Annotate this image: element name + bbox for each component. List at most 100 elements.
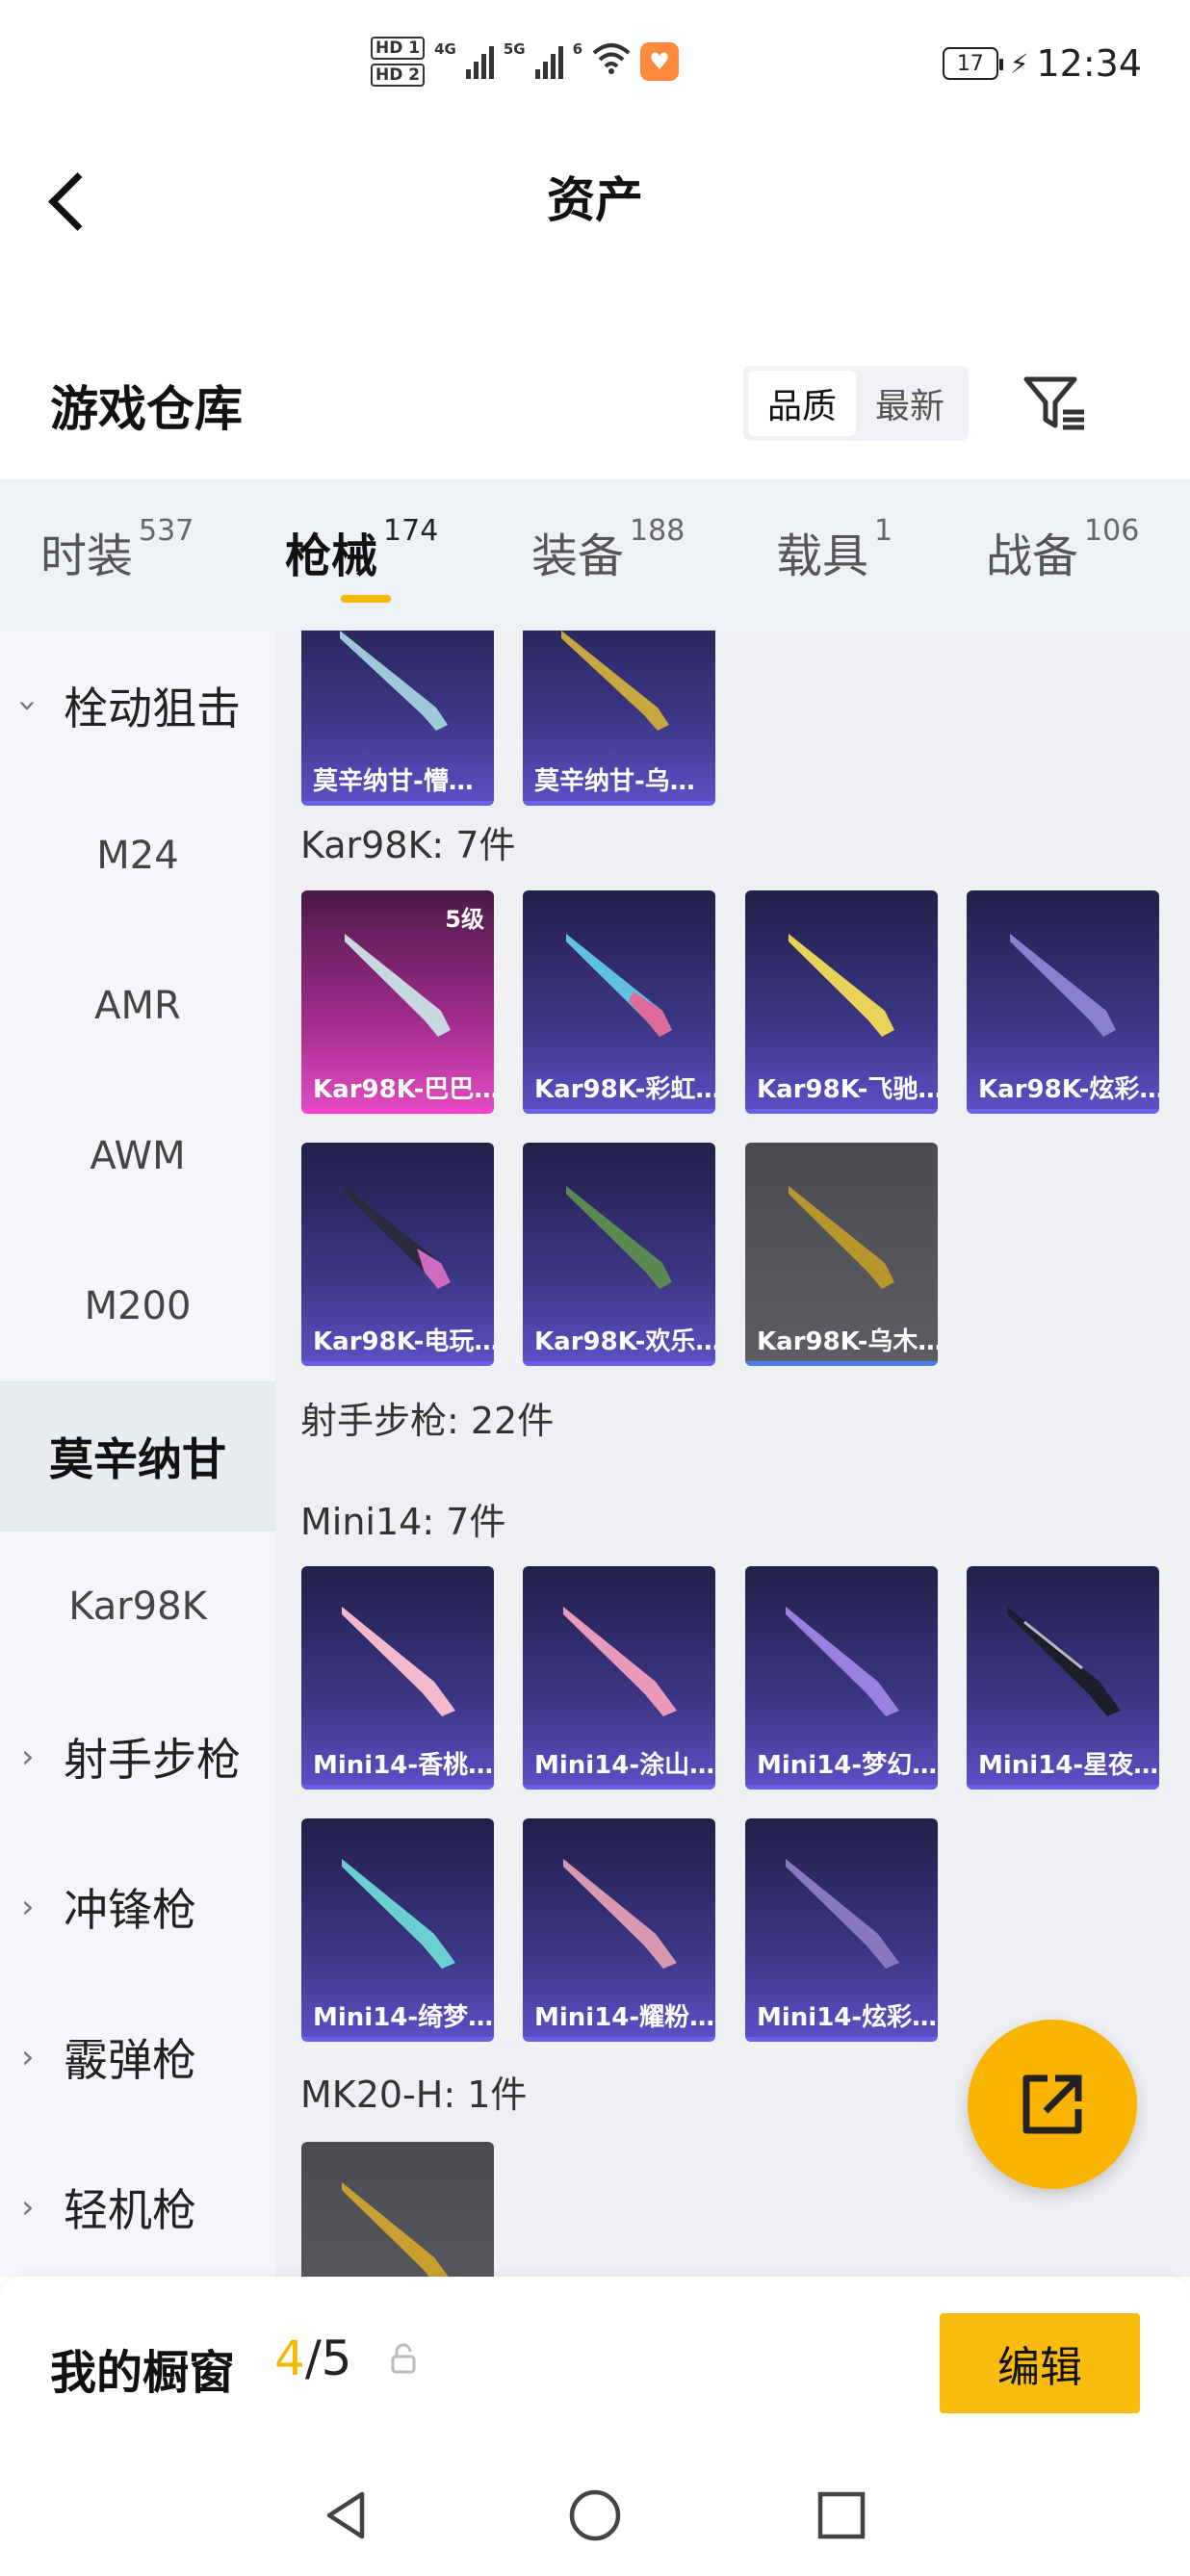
weapon-card[interactable]: Mini14-耀粉…: [523, 1818, 715, 2042]
section-label-mk20h: MK20-H: 1件: [300, 2074, 528, 2116]
sidebar-item-label: Kar98K: [68, 1584, 207, 1629]
charging-bolt-icon: ⚡: [1009, 47, 1029, 80]
chevron-right-icon: ›: [21, 2038, 35, 2076]
tab-vehicles[interactable]: 载具 1: [776, 514, 892, 585]
chevron-right-icon: ›: [21, 1888, 35, 1926]
rifle-icon: [563, 1859, 677, 1969]
warehouse-title: 游戏仓库: [50, 381, 243, 437]
rifle-icon: [342, 2182, 449, 2277]
back-triangle-icon[interactable]: [318, 2486, 375, 2544]
weapon-card-name: Kar98K-炫彩…: [978, 1074, 1159, 1104]
sidebar-group-smg[interactable]: › 冲锋枪: [0, 1832, 275, 1982]
rifle-icon: [340, 631, 448, 731]
weapon-card[interactable]: Mini14-香桃…: [301, 1566, 494, 1790]
chevron-right-icon: ›: [21, 1738, 35, 1776]
weapon-card-name: Mini14-涂山…: [534, 1750, 715, 1780]
showcase-title: 我的橱窗: [50, 2346, 236, 2400]
tab-count: 106: [1084, 514, 1140, 548]
status-bar: HD 1 HD 2 4G 5G 6 ♥ 17 ⚡ 12:34: [0, 0, 1190, 135]
weapon-card-name: Mini14-星夜…: [978, 1750, 1159, 1780]
sidebar-item-label: 莫辛纳甘: [49, 1433, 226, 1485]
warehouse-header: 游戏仓库 品质 最新: [0, 356, 1190, 481]
weapon-card-name: 莫辛纳甘-懵…: [313, 766, 474, 796]
weapon-card[interactable]: Kar98K-炫彩…: [967, 890, 1159, 1114]
sidebar-item-amr[interactable]: AMR: [0, 931, 275, 1081]
tab-label: 装备: [531, 529, 625, 583]
weapon-card[interactable]: 5级 Kar98K-巴巴…: [301, 890, 494, 1114]
weapon-type-sidebar: › 栓动狙击 M24 AMR AWM M200 莫辛纳甘 Kar98K › 射手步枪…: [0, 631, 275, 2277]
edit-button[interactable]: 编辑: [940, 2313, 1140, 2413]
tab-fashion[interactable]: 时装 537: [40, 514, 194, 585]
tab-count: 188: [630, 514, 686, 548]
share-external-icon[interactable]: [968, 2020, 1137, 2189]
weapon-card-name: Kar98K-欢乐…: [534, 1327, 715, 1356]
tab-count: 537: [139, 514, 194, 548]
weapon-card[interactable]: Mini14-绮梦…: [301, 1818, 494, 2042]
signal-bars-icon: [465, 44, 494, 79]
tab-equipment[interactable]: 装备 188: [531, 514, 685, 585]
lock-icon[interactable]: [390, 2342, 417, 2375]
hd-indicators: HD 1 HD 2: [371, 37, 426, 87]
heart-app-icon: ♥: [640, 42, 680, 81]
showcase-count-current: 4: [274, 2331, 305, 2386]
weapon-card-name: Kar98K-彩虹…: [534, 1074, 715, 1104]
rifle-icon: [786, 1859, 899, 1969]
weapon-card[interactable]: [301, 2142, 494, 2277]
active-tab-indicator: [341, 595, 391, 603]
app-header: 资产: [0, 135, 1190, 260]
sidebar-item-kar98k[interactable]: Kar98K: [0, 1532, 275, 1682]
weapon-card-name: Mini14-耀粉…: [534, 2002, 715, 2032]
weapon-card[interactable]: Kar98K-电玩…: [301, 1143, 494, 1366]
weapon-card-name: Mini14-绮梦…: [313, 2002, 494, 2032]
weapon-card-name: Mini14-梦幻…: [757, 1750, 938, 1780]
network-4g-label: 4G: [434, 40, 456, 58]
chevron-right-icon: ›: [21, 2188, 35, 2227]
section-label-marksman: 射手步枪: 22件: [300, 1400, 555, 1442]
section-label-kar98k: Kar98K: 7件: [300, 824, 516, 866]
recents-square-icon[interactable]: [813, 2486, 870, 2544]
sidebar-group-marksman[interactable]: › 射手步枪: [0, 1682, 275, 1832]
home-circle-icon[interactable]: [566, 2486, 624, 2544]
sidebar-item-label: 栓动狙击: [64, 683, 241, 734]
sidebar-item-label: 霰弹枪: [64, 2034, 196, 2086]
weapon-card[interactable]: 莫辛纳甘-懵…: [301, 631, 494, 806]
weapon-card[interactable]: Kar98K-欢乐…: [523, 1143, 715, 1366]
sidebar-item-label: 冲锋枪: [64, 1884, 196, 1936]
sidebar-item-label: AMR: [94, 984, 181, 1028]
sidebar-item-mosin[interactable]: 莫辛纳甘: [0, 1381, 275, 1532]
sidebar-item-awm[interactable]: AWM: [0, 1081, 275, 1231]
rifle-icon: [789, 934, 894, 1037]
weapon-card[interactable]: Mini14-星夜…: [967, 1566, 1159, 1790]
weapon-card[interactable]: Mini14-涂山…: [523, 1566, 715, 1790]
hd1-badge: HD 1: [371, 37, 426, 60]
sidebar-item-m200[interactable]: M200: [0, 1231, 275, 1381]
weapon-card[interactable]: Kar98K-乌木…: [745, 1143, 938, 1366]
weapon-card[interactable]: Mini14-梦幻…: [745, 1566, 938, 1790]
rifle-icon: [789, 1186, 894, 1289]
sidebar-item-label: M200: [84, 1284, 192, 1328]
rifle-icon: [1007, 1607, 1121, 1716]
filter-icon[interactable]: [1021, 370, 1088, 437]
page-title: 资产: [547, 172, 643, 228]
rifle-icon: [561, 631, 669, 731]
tab-supplies[interactable]: 战备 106: [986, 514, 1139, 585]
weapon-card[interactable]: Mini14-炫彩…: [745, 1818, 938, 2042]
weapon-card-name: Mini14-香桃…: [313, 1750, 494, 1780]
weapon-card[interactable]: 莫辛纳甘-乌…: [523, 631, 715, 806]
sort-quality-button[interactable]: 品质: [748, 371, 856, 436]
rifle-icon: [342, 1607, 455, 1716]
weapon-card[interactable]: Kar98K-彩虹…: [523, 890, 715, 1114]
sidebar-item-m24[interactable]: M24: [0, 781, 275, 931]
wifi-6-label: 6: [572, 40, 583, 58]
sidebar-item-label: 射手步枪: [64, 1734, 241, 1786]
sort-toggle: 品质 最新: [743, 366, 969, 441]
weapon-card-name: Kar98K-飞驰…: [757, 1074, 938, 1104]
tab-weapons[interactable]: 枪械 174: [285, 514, 438, 585]
showcase-count: 4/5: [274, 2331, 351, 2386]
sidebar-group-bolt-action[interactable]: › 栓动狙击: [0, 631, 275, 781]
weapon-card[interactable]: Kar98K-飞驰…: [745, 890, 938, 1114]
sidebar-group-lmg[interactable]: › 轻机枪: [0, 2132, 275, 2277]
sort-newest-button[interactable]: 最新: [856, 371, 964, 436]
sidebar-group-shotgun[interactable]: › 霰弹枪: [0, 1982, 275, 2132]
weapon-card-name: Mini14-炫彩…: [757, 2002, 938, 2032]
